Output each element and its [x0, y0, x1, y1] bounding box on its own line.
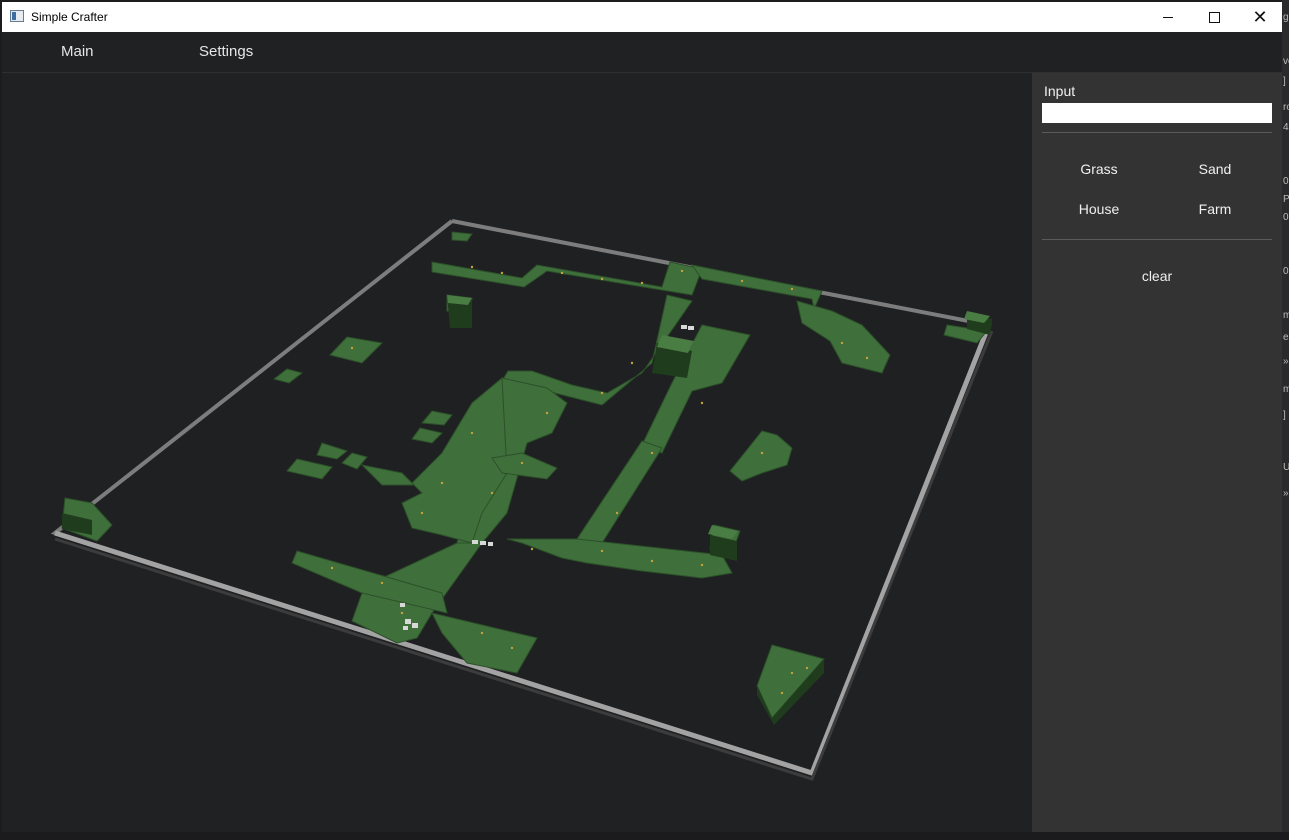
clear-button[interactable]: clear	[1102, 263, 1212, 289]
input-label: Input	[1044, 83, 1076, 99]
world-scene[interactable]	[2, 73, 1032, 832]
background-text: m	[1283, 384, 1289, 395]
app-window: Simple Crafter ✕ Main Settings Input Gra…	[2, 2, 1282, 832]
divider	[1042, 132, 1272, 133]
tool-panel: Input Grass Sand House Farm clear	[1032, 73, 1282, 832]
maximize-icon	[1208, 11, 1220, 23]
input-field[interactable]	[1042, 103, 1272, 123]
window-title: Simple Crafter	[31, 10, 108, 24]
menu-item-settings[interactable]: Settings	[199, 43, 253, 60]
close-button[interactable]: ✕	[1237, 2, 1282, 32]
background-text: ]	[1283, 410, 1286, 421]
3d-viewport[interactable]	[2, 73, 1032, 832]
app-window-icon	[10, 10, 24, 22]
background-text: »	[1283, 356, 1289, 367]
title-bar[interactable]: Simple Crafter ✕	[2, 2, 1282, 32]
sand-button[interactable]: Sand	[1160, 156, 1270, 182]
menu-bar: Main Settings	[2, 32, 1282, 73]
background-text: 0	[1283, 212, 1289, 223]
maximize-button[interactable]	[1191, 2, 1237, 32]
background-text: er	[1283, 332, 1289, 343]
background-bottom-strip	[0, 832, 1289, 840]
background-text: m	[1283, 310, 1289, 321]
background-text: ]	[1283, 76, 1286, 87]
background-text: »	[1283, 488, 1289, 499]
background-text: g	[1283, 12, 1289, 23]
background-text: 0	[1283, 266, 1289, 277]
background-text: 4	[1283, 122, 1289, 133]
farm-button[interactable]: Farm	[1160, 196, 1270, 222]
house-button[interactable]: House	[1044, 196, 1154, 222]
menu-item-main[interactable]: Main	[61, 43, 94, 60]
divider	[1042, 239, 1272, 240]
close-icon: ✕	[1252, 7, 1268, 27]
grass-button[interactable]: Grass	[1044, 156, 1154, 182]
background-text: ro	[1283, 102, 1289, 113]
minimize-icon	[1163, 16, 1173, 18]
background-text: 0	[1283, 176, 1289, 187]
background-text: P	[1283, 194, 1289, 205]
background-text: ve	[1283, 56, 1289, 67]
background-text: U	[1283, 462, 1289, 473]
minimize-button[interactable]	[1145, 2, 1191, 32]
background-app-strip: ve ] ro 4 0 P 0 0 m er » m ] U » g	[1282, 0, 1289, 840]
